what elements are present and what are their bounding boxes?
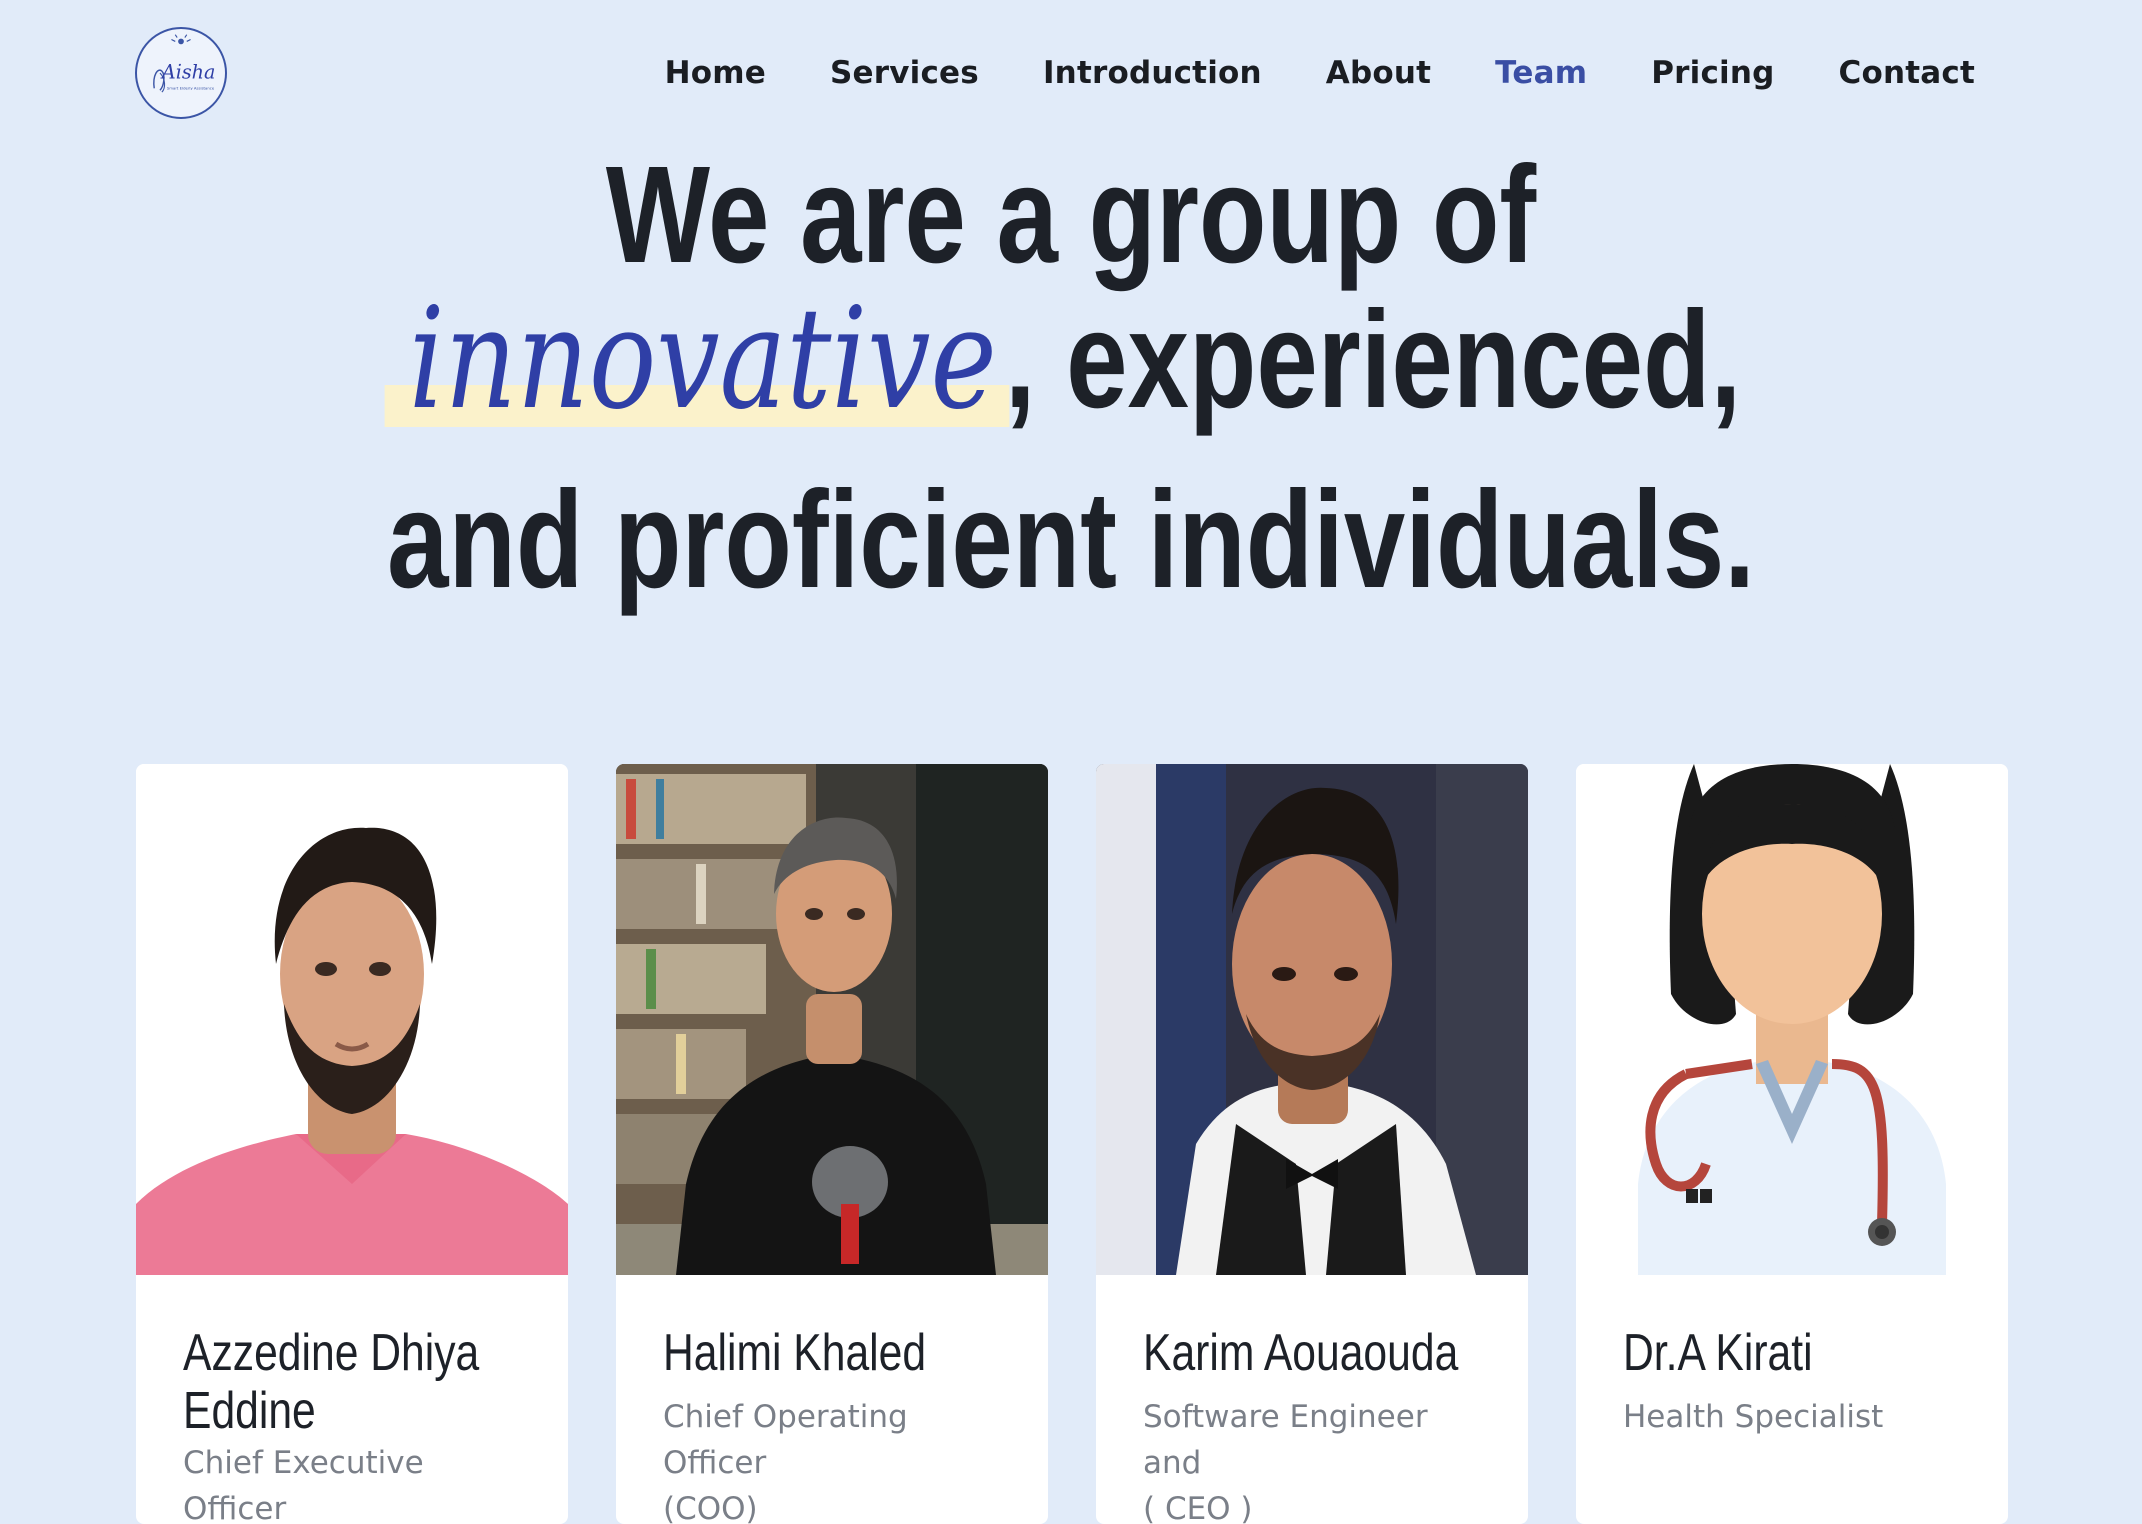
- logo-text: Aisha: [160, 61, 215, 84]
- nav-contact[interactable]: Contact: [1839, 55, 1975, 91]
- team-card[interactable]: Dr.A Kirati Health Specialist: [1576, 764, 2008, 1524]
- team-cards: Azzedine Dhiya Eddine Chief Executive Of…: [136, 764, 2008, 1524]
- hero-heading: We are a group of innovative, experience…: [214, 145, 1928, 615]
- member-photo: [616, 764, 1048, 1275]
- member-role: Chief Executive Officer: [183, 1445, 424, 1524]
- hero-highlight-word: innovative: [384, 285, 1010, 435]
- nav-introduction[interactable]: Introduction: [1043, 55, 1262, 91]
- main-nav: Home Services Introduction About Team Pr…: [601, 48, 1975, 98]
- person-portrait-icon: [1096, 764, 1528, 1275]
- nav-home[interactable]: Home: [665, 55, 766, 91]
- member-photo: [1096, 764, 1528, 1275]
- hero-line-3: and proficient individuals.: [387, 463, 1755, 617]
- logo-subtext: Smart Elderly Assistance: [167, 85, 215, 90]
- nav-services[interactable]: Services: [830, 55, 979, 91]
- member-name: Karim Aouaouda: [1143, 1324, 1459, 1382]
- doctor-avatar-icon: [1576, 764, 2008, 1275]
- member-name: Dr.A Kirati: [1623, 1324, 1813, 1382]
- nav-pricing[interactable]: Pricing: [1651, 55, 1774, 91]
- person-portrait-icon: [136, 764, 568, 1275]
- member-name: Halimi Khaled: [663, 1324, 927, 1382]
- nav-team[interactable]: Team: [1495, 55, 1587, 91]
- person-portrait-icon: [616, 764, 1048, 1275]
- team-card[interactable]: Halimi Khaled Chief Operating Officer (C…: [616, 764, 1048, 1524]
- hero-line-2: innovative, experienced,: [214, 285, 1928, 435]
- member-photo: [1576, 764, 2008, 1275]
- member-photo: [136, 764, 568, 1275]
- logo-emblem-icon: Aisha Smart Elderly Assistance: [153, 34, 215, 93]
- member-role: Health Specialist: [1623, 1399, 1884, 1435]
- member-role: Chief Operating Officer (COO): [663, 1399, 908, 1524]
- nav-about[interactable]: About: [1326, 55, 1431, 91]
- team-card[interactable]: Karim Aouaouda Software Engineer and ( C…: [1096, 764, 1528, 1524]
- hero-line-2-rest: , experienced,: [1004, 283, 1742, 437]
- member-name: Azzedine Dhiya Eddine: [183, 1324, 480, 1440]
- team-card[interactable]: Azzedine Dhiya Eddine Chief Executive Of…: [136, 764, 568, 1524]
- hero-line-1: We are a group of: [605, 138, 1537, 292]
- member-role: Software Engineer and ( CEO ): [1143, 1399, 1428, 1524]
- brand-logo[interactable]: Aisha Smart Elderly Assistance: [135, 27, 227, 119]
